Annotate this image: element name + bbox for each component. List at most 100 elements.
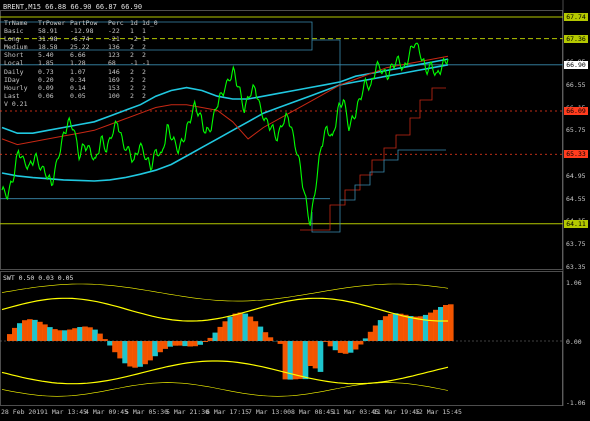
price-tag: 67.36 bbox=[564, 34, 588, 43]
oscillator-bar bbox=[282, 341, 289, 380]
table-cell: Hourly bbox=[4, 83, 28, 92]
table-cell: -22 bbox=[108, 27, 120, 36]
table-cell: 1 bbox=[142, 35, 146, 44]
oscillator-bar bbox=[52, 329, 58, 341]
table-cell: 0.14 bbox=[70, 83, 86, 92]
price-axis-label: 64.55 bbox=[566, 194, 586, 203]
oscillator-bar bbox=[422, 314, 429, 341]
time-axis-label: 12 Mar 15:45 bbox=[415, 408, 462, 416]
time-axis-label: 5 Mar 21:30 bbox=[166, 408, 210, 416]
oscillator-bar bbox=[428, 312, 434, 341]
oscillator-outer-lower bbox=[1, 382, 449, 397]
oscillator-bar bbox=[362, 338, 369, 341]
oscillator-bar bbox=[402, 314, 409, 341]
time-axis-label: 4 Mar 09:45 bbox=[85, 408, 129, 416]
table-cell: 68 bbox=[108, 59, 116, 68]
table-cell: Local bbox=[4, 59, 24, 68]
oscillator-bar bbox=[237, 312, 244, 341]
oscillator-bar bbox=[212, 332, 219, 341]
table-header-cell: PartPow bbox=[70, 19, 98, 27]
table-cell: 1 bbox=[142, 27, 146, 36]
table-cell: Short bbox=[4, 51, 24, 60]
table-row: Last 0.06 0.05 100 2 2 bbox=[4, 92, 158, 100]
table-cell: 2 bbox=[142, 75, 146, 84]
oscillator-bar bbox=[392, 313, 399, 341]
table-row: V 0.21 bbox=[4, 100, 158, 108]
oscillator-bar bbox=[397, 313, 404, 341]
table-cell: 1.07 bbox=[70, 67, 86, 76]
price-tag: 66.09 bbox=[564, 106, 588, 115]
oscillator-bar bbox=[262, 332, 269, 341]
table-cell: -12.98 bbox=[70, 27, 94, 36]
table-header-cell: Perc bbox=[108, 19, 124, 27]
oscillator-bar bbox=[137, 341, 143, 367]
oscillator-axis-label: -1.06 bbox=[566, 399, 586, 407]
table-cell: 1 bbox=[130, 27, 134, 36]
oscillator-bar bbox=[187, 341, 193, 347]
table-cell bbox=[38, 100, 70, 108]
table-cell: -1 bbox=[130, 59, 138, 68]
table-cell: 5.40 bbox=[38, 51, 54, 60]
oscillator-bar bbox=[443, 305, 449, 341]
chart-window: BRENT,M15 66.88 66.90 66.87 66.90 TrName… bbox=[0, 0, 590, 421]
table-row: Medium 18.58 25.22 136 2 2 bbox=[4, 43, 158, 51]
table-cell bbox=[142, 100, 158, 108]
price-tag: 65.33 bbox=[564, 150, 588, 159]
table-row: Short 5.40 6.66 123 2 2 bbox=[4, 51, 158, 59]
table-cell bbox=[70, 100, 108, 108]
table-cell: 25.22 bbox=[70, 43, 90, 52]
table-row: Local 1.85 1.28 68 -1 -1 bbox=[4, 59, 158, 67]
table-cell: Last bbox=[4, 91, 20, 100]
oscillator-bar bbox=[433, 309, 439, 341]
price-tag: 64.11 bbox=[564, 219, 588, 228]
oscillator-bar bbox=[387, 313, 394, 341]
oscillator-bar bbox=[162, 341, 168, 349]
oscillator-bar bbox=[172, 341, 178, 346]
oscillator-bar bbox=[62, 330, 68, 341]
red-step-line bbox=[300, 87, 446, 231]
oscillator-bar bbox=[302, 341, 309, 380]
table-header-cell: 1d bbox=[130, 19, 138, 27]
oscillator-bar bbox=[107, 341, 113, 346]
trend-table-header: TrName TrPower PartPow Perc 1d 1d_0 bbox=[4, 19, 158, 27]
table-cell: 0.06 bbox=[38, 91, 54, 100]
table-cell: 58.91 bbox=[38, 27, 58, 36]
chart-title: BRENT,M15 66.88 66.90 66.87 66.90 bbox=[3, 3, 143, 11]
oscillator-bar bbox=[67, 329, 73, 341]
table-cell: 2 bbox=[130, 43, 134, 52]
table-cell: 146 bbox=[108, 67, 120, 76]
oscillator-bar bbox=[127, 341, 133, 367]
trend-box-b bbox=[311, 39, 341, 233]
oscillator-bar bbox=[342, 341, 349, 354]
table-cell: 2 bbox=[130, 75, 134, 84]
table-cell: 0.73 bbox=[38, 67, 54, 76]
time-axis-label: 7 Mar 13:00 bbox=[248, 408, 292, 416]
table-cell: 169 bbox=[108, 75, 120, 84]
table-cell: 136 bbox=[108, 43, 120, 52]
table-row: IDay 0.20 0.34 169 2 2 bbox=[4, 76, 158, 84]
table-cell: 18.58 bbox=[38, 43, 58, 52]
oscillator-bar bbox=[267, 337, 274, 341]
table-cell bbox=[130, 100, 142, 108]
time-axis-label: 8 Mar 08:45 bbox=[291, 408, 335, 416]
table-cell: 2 bbox=[142, 83, 146, 92]
oscillator-bar bbox=[147, 341, 153, 361]
oscillator-bar bbox=[47, 327, 53, 341]
table-cell: 2 bbox=[130, 67, 134, 76]
oscillator-bar bbox=[167, 341, 173, 347]
oscillator-bar bbox=[157, 341, 163, 353]
oscillator-bar bbox=[327, 341, 334, 347]
table-cell: Medium bbox=[4, 43, 28, 52]
oscillator-bar bbox=[37, 321, 43, 341]
oscillator-bar bbox=[352, 341, 359, 350]
oscillator-bar bbox=[42, 324, 48, 341]
oscillator-bar bbox=[292, 341, 299, 380]
table-cell: 2 bbox=[130, 91, 134, 100]
oscillator-bar bbox=[27, 319, 33, 341]
table-cell: 2 bbox=[142, 43, 146, 52]
oscillator-bar bbox=[312, 341, 319, 369]
oscillator-bar bbox=[7, 334, 13, 341]
table-header-cell: 1d_0 bbox=[142, 19, 158, 27]
oscillator-bar bbox=[122, 341, 128, 364]
oscillator-bar bbox=[32, 319, 38, 341]
